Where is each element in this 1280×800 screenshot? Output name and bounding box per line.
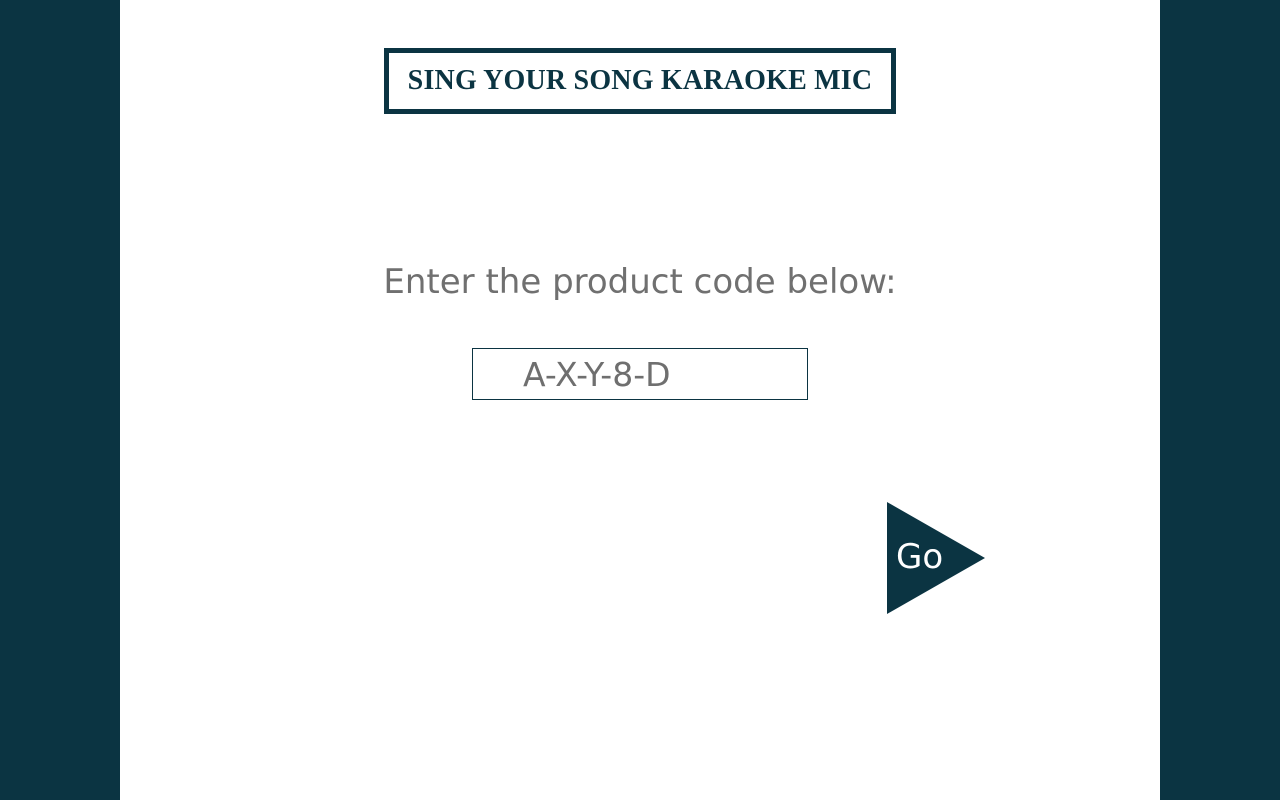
- main-panel: SING YOUR SONG KARAOKE MIC Enter the pro…: [120, 0, 1160, 800]
- go-button-label: Go: [896, 537, 944, 577]
- page-title: SING YOUR SONG KARAOKE MIC: [407, 65, 873, 96]
- right-side-panel: [1160, 0, 1280, 800]
- left-side-panel: [0, 0, 120, 800]
- go-button[interactable]: Go: [887, 502, 985, 614]
- product-code-prompt: Enter the product code below:: [383, 262, 897, 302]
- product-code-input[interactable]: [472, 348, 808, 400]
- title-box: SING YOUR SONG KARAOKE MIC: [384, 48, 896, 114]
